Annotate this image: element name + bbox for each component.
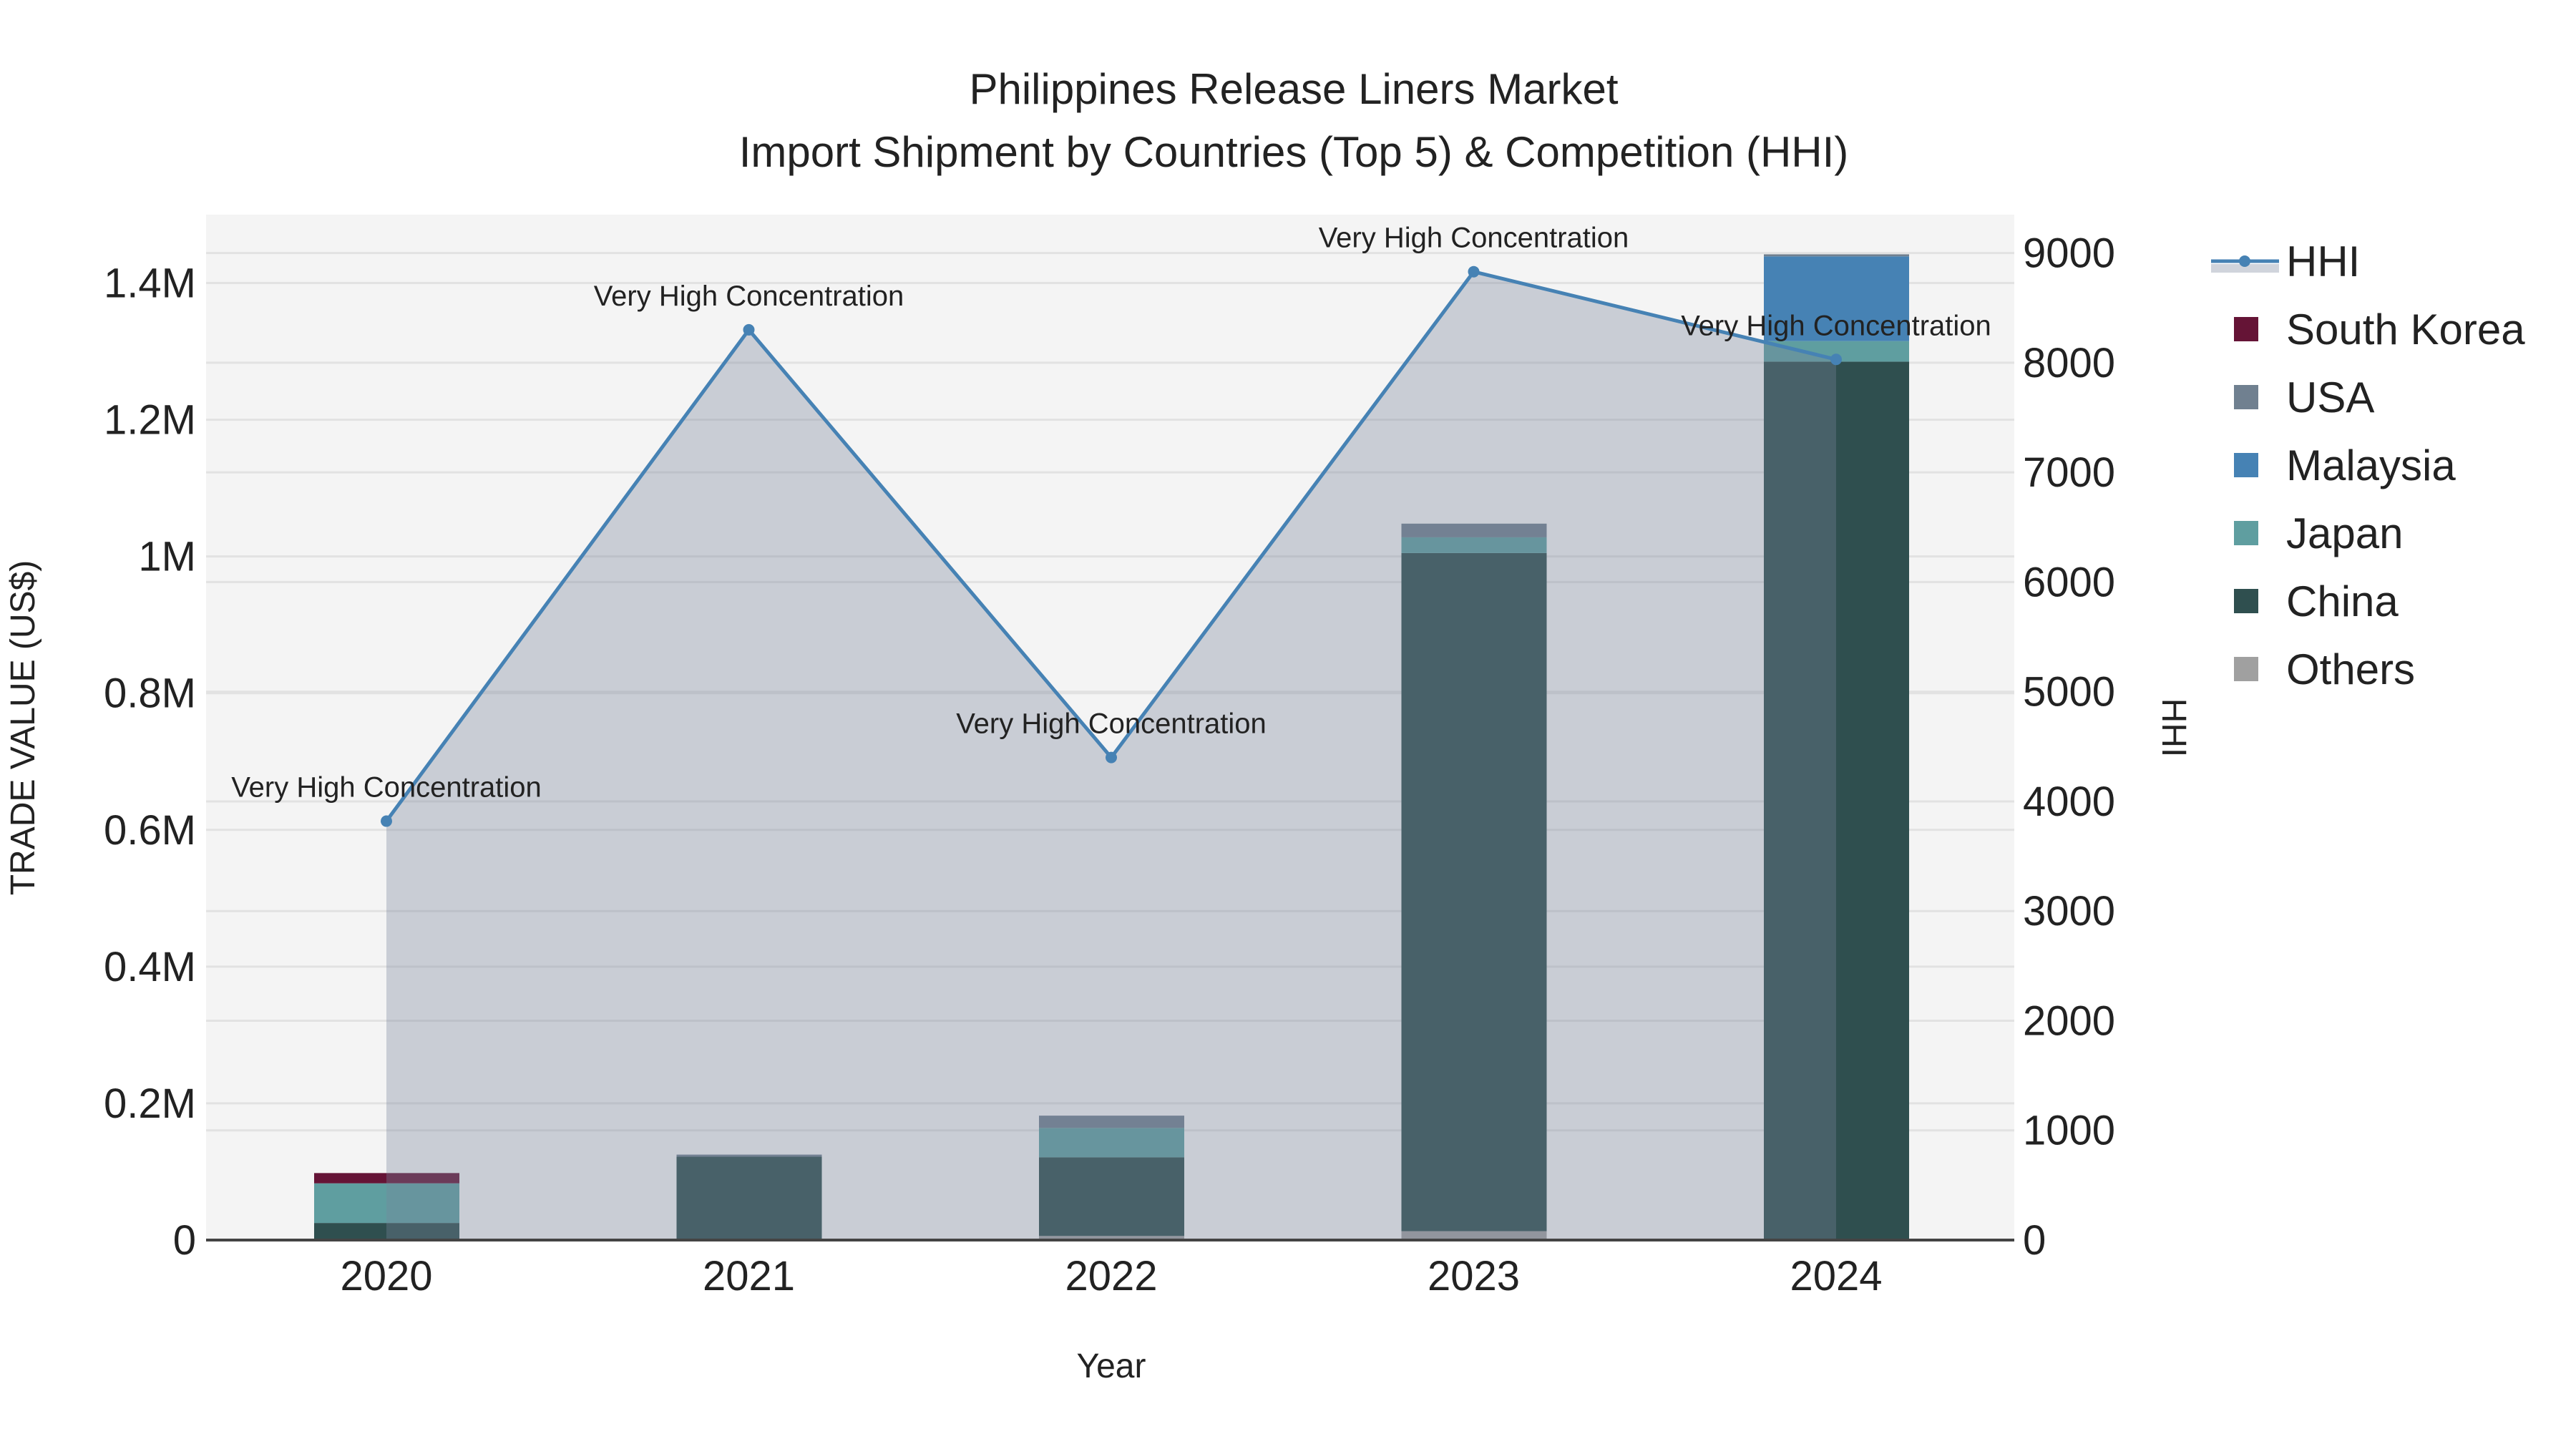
legend-swatch-others — [2234, 657, 2258, 681]
hhi-annotation: Very High Concentration — [594, 280, 904, 312]
x-tick-label: 2021 — [703, 1253, 795, 1299]
y2-tick-label: 2000 — [2023, 997, 2115, 1044]
y-axis-label: TRADE VALUE (US$) — [4, 560, 42, 896]
y2-axis-label: HHI — [2155, 698, 2192, 758]
y2-tick-label: 5000 — [2023, 669, 2115, 716]
y2-tick-label: 3000 — [2023, 888, 2115, 935]
y2-tick-label: 8000 — [2023, 340, 2115, 386]
x-tick-label: 2022 — [1065, 1253, 1157, 1299]
y-tick-label: 1.4M — [104, 260, 196, 307]
hhi-annotation: Very High Concentration — [1319, 223, 1629, 254]
legend-hhi-marker-icon — [2239, 255, 2250, 267]
y2-tick-label: 6000 — [2023, 559, 2115, 605]
legend-label: USA — [2286, 374, 2374, 421]
y2-tick-label: 1000 — [2023, 1108, 2115, 1154]
legend-label: China — [2286, 577, 2399, 625]
hhi-annotation: Very High Concentration — [956, 708, 1267, 740]
y-tick-label: 1M — [138, 534, 196, 580]
hhi-point — [1468, 265, 1480, 278]
y-tick-label: 0.8M — [104, 670, 196, 717]
x-tick-label: 2020 — [340, 1253, 432, 1299]
x-axis-label: Year — [1077, 1347, 1146, 1385]
legend-label: Japan — [2286, 509, 2403, 557]
bar-usa — [1764, 254, 1909, 257]
legend-label: Malaysia — [2286, 441, 2456, 489]
hhi-point — [743, 323, 755, 336]
legend-label: HHI — [2286, 238, 2360, 286]
legend-label: South Korea — [2286, 306, 2525, 353]
y2-tick-label: 0 — [2023, 1217, 2046, 1264]
legend-swatch-south-korea — [2234, 317, 2258, 341]
hhi-annotation: Very High Concentration — [231, 772, 542, 804]
x-tick-label: 2023 — [1428, 1253, 1520, 1299]
y-tick-label: 0.4M — [104, 944, 196, 990]
y-tick-label: 1.2M — [104, 397, 196, 444]
y2-tick-label: 7000 — [2023, 449, 2115, 496]
y-tick-label: 0 — [173, 1217, 196, 1264]
y-tick-label: 0.2M — [104, 1080, 196, 1127]
hhi-point — [1830, 353, 1842, 366]
y2-tick-label: 9000 — [2023, 230, 2115, 277]
hhi-point — [1106, 751, 1117, 763]
y2-tick-label: 4000 — [2023, 779, 2115, 825]
legend-swatch-china — [2234, 589, 2258, 613]
y-tick-label: 0.6M — [104, 807, 196, 854]
chart-subtitle: Import Shipment by Countries (Top 5) & C… — [739, 128, 1849, 176]
legend-swatch-usa — [2234, 385, 2258, 409]
chart: Very High Concentration Very High Concent… — [4, 65, 2525, 1385]
legend-swatch-malaysia — [2234, 453, 2258, 477]
hhi-point — [381, 815, 392, 827]
x-tick-label: 2024 — [1790, 1253, 1882, 1299]
hhi-annotation: Very High Concentration — [1681, 310, 1991, 341]
legend-label: Others — [2286, 645, 2415, 693]
legend: HHI South Korea USA Malaysia Japan China Other… — [2211, 238, 2525, 693]
legend-swatch-japan — [2234, 521, 2258, 545]
chart-title: Philippines Release Liners Market — [969, 65, 1618, 113]
